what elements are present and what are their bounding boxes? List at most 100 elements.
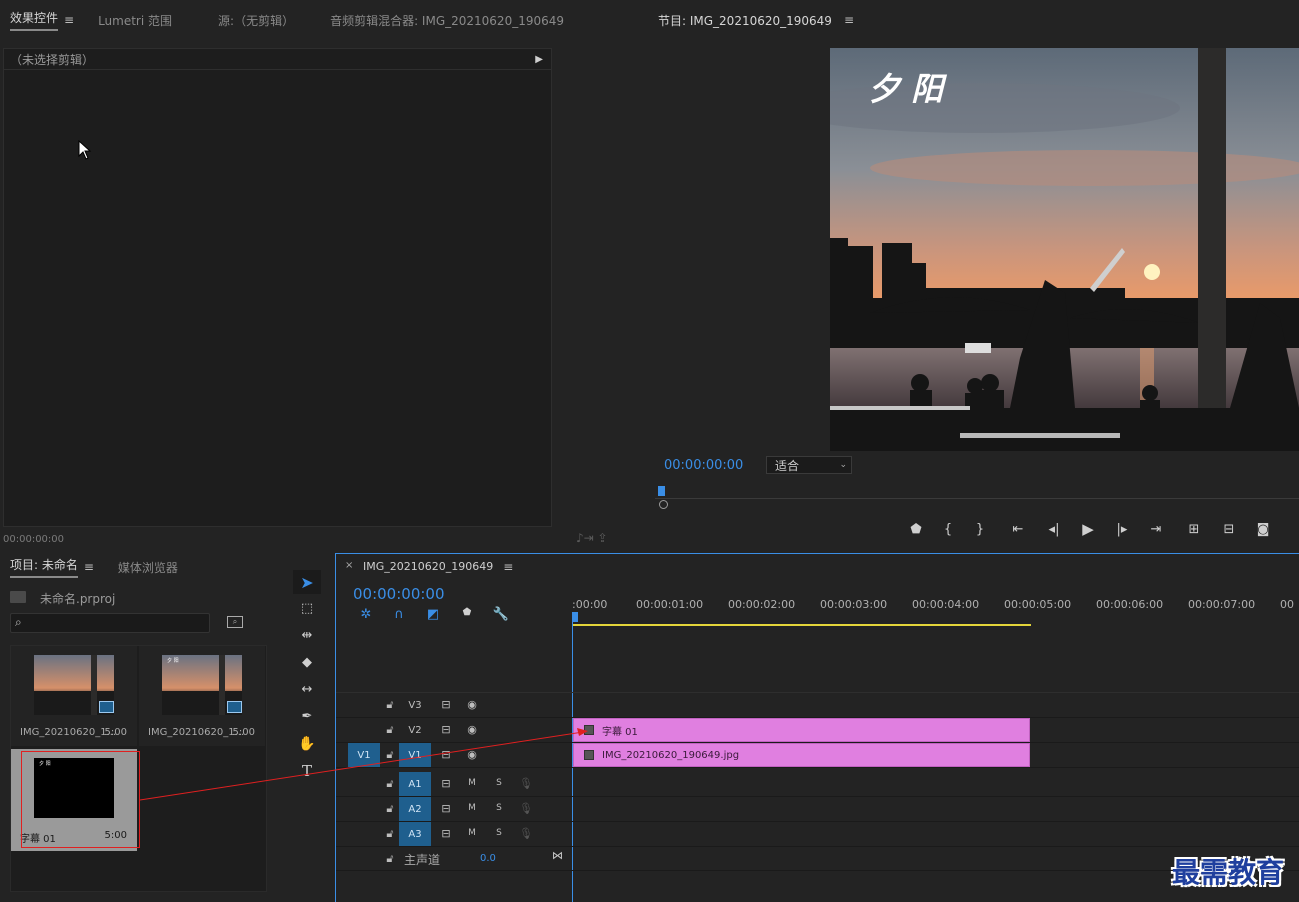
cursor-icon xyxy=(78,139,92,163)
sync-lock-icon[interactable]: ⊟ xyxy=(438,698,454,711)
microphone-icon[interactable]: 🎙︎ xyxy=(518,777,534,790)
go-to-in-icon[interactable]: ⇤ xyxy=(996,522,1040,537)
track-v3-toggle[interactable]: V3 xyxy=(399,693,431,717)
marker-icon[interactable]: ⬟ xyxy=(450,607,484,622)
lock-icon[interactable]: 🔓︎ xyxy=(382,723,398,737)
track-v2-toggle[interactable]: V2 xyxy=(399,718,431,742)
lift-icon[interactable]: ⊞ xyxy=(1176,522,1212,537)
tab-project[interactable]: 项目: 未命名 ≡ xyxy=(2,556,102,578)
fit-dropdown[interactable]: 适合 ⌄ xyxy=(766,456,852,474)
mute-button[interactable]: M xyxy=(464,828,480,838)
track-select-tool-icon[interactable]: ⬚ xyxy=(293,594,321,622)
tab-audio-clip-mixer[interactable]: 音频剪辑混合器: IMG_20210620_190649 xyxy=(322,12,572,29)
master-volume-value[interactable]: 0.0 xyxy=(480,853,496,864)
type-tool-icon[interactable]: T xyxy=(293,757,321,784)
source-patch-v1[interactable]: V1 xyxy=(348,743,380,767)
razor-tool-icon[interactable]: ◆ xyxy=(293,649,321,676)
lock-icon[interactable]: 🔓︎ xyxy=(382,827,398,841)
lock-icon[interactable]: 🔓︎ xyxy=(382,802,398,816)
pen-tool-icon[interactable]: ✒ xyxy=(293,703,321,730)
lock-icon[interactable]: 🔓︎ xyxy=(382,698,398,712)
track-a1-toggle[interactable]: A1 xyxy=(399,772,431,796)
solo-button[interactable]: S xyxy=(491,803,507,813)
menu-icon[interactable]: ≡ xyxy=(84,560,94,574)
lane-a2[interactable] xyxy=(572,797,1299,822)
search-input[interactable]: ⌕ xyxy=(10,613,210,633)
work-area-bar[interactable] xyxy=(572,624,1031,626)
sync-lock-icon[interactable]: ⊟ xyxy=(438,777,454,790)
program-timecode[interactable]: 00:00:00:00 xyxy=(664,458,743,473)
tab-effect-controls[interactable]: 效果控件 ≡ xyxy=(2,9,82,31)
play-icon[interactable]: ▶ xyxy=(1068,520,1108,538)
add-marker-icon[interactable]: ⬟ xyxy=(900,522,932,537)
lock-icon[interactable]: 🔓︎ xyxy=(382,777,398,791)
mark-out-icon[interactable]: } xyxy=(964,522,996,537)
snap-icon[interactable]: ∩ xyxy=(382,607,416,622)
track-a2 xyxy=(336,797,572,822)
tab-source[interactable]: 源:（无剪辑） xyxy=(210,12,302,29)
menu-icon[interactable]: ≡ xyxy=(503,560,513,574)
lock-icon[interactable]: 🔓︎ xyxy=(382,748,398,762)
program-scrubber[interactable] xyxy=(655,485,1299,513)
track-a3-toggle[interactable]: A3 xyxy=(399,822,431,846)
play-triangle-icon[interactable]: ▶ xyxy=(535,54,543,65)
solo-button[interactable]: S xyxy=(491,828,507,838)
settings-wrench-icon[interactable]: 🔧 xyxy=(484,607,518,622)
find-icon[interactable]: ⌕ xyxy=(227,616,243,628)
microphone-icon[interactable]: 🎙︎ xyxy=(518,802,534,815)
menu-icon[interactable]: ≡ xyxy=(844,13,854,27)
timeline-tools: ✲ ∩ ◩ ⬟ 🔧 xyxy=(350,607,518,622)
step-back-icon[interactable]: ◂| xyxy=(1040,522,1068,537)
item-duration: 5:00 xyxy=(232,727,255,738)
hand-tool-icon[interactable]: ✋ xyxy=(293,730,321,757)
track-a2-toggle[interactable]: A2 xyxy=(399,797,431,821)
tab-program[interactable]: 节目: IMG_20210620_190649 ≡ xyxy=(650,12,862,29)
menu-icon[interactable]: ≡ xyxy=(64,13,74,27)
program-transport: ⬟ { } ⇤ ◂| ▶ |▸ ⇥ ⊞ ⊟ ◙ xyxy=(900,520,1299,538)
eye-icon[interactable]: ◉ xyxy=(464,748,480,761)
linked-selection-icon[interactable]: ◩ xyxy=(416,607,450,622)
nest-icon[interactable]: ✲ xyxy=(350,607,382,622)
clip-image[interactable]: IMG_20210620_190649.jpg xyxy=(573,743,1030,767)
highlight-box xyxy=(21,751,140,848)
lane-a3[interactable] xyxy=(572,822,1299,847)
eye-icon[interactable]: ◉ xyxy=(464,723,480,736)
audio-icons[interactable]: ♪⇥ ⇪ xyxy=(576,531,608,545)
mute-button[interactable]: M xyxy=(464,778,480,788)
no-clip-header: （未选择剪辑） ▶ xyxy=(4,49,551,70)
sync-lock-icon[interactable]: ⊟ xyxy=(438,723,454,736)
mark-in-icon[interactable]: { xyxy=(932,522,964,537)
track-v1-toggle[interactable]: V1 xyxy=(399,743,431,767)
step-forward-icon[interactable]: |▸ xyxy=(1108,522,1136,537)
eye-icon[interactable]: ◉ xyxy=(464,698,480,711)
ripple-edit-tool-icon[interactable]: ⇹ xyxy=(293,622,321,649)
mute-button[interactable]: M xyxy=(464,803,480,813)
scrub-handle-icon[interactable] xyxy=(659,500,668,509)
slip-tool-icon[interactable]: ↔ xyxy=(293,676,321,703)
project-item-2[interactable]: 夕 阳 IMG_20210620_1... 5:00 xyxy=(139,646,265,746)
lock-icon[interactable]: 🔓︎ xyxy=(382,852,398,866)
item-name: IMG_20210620_1... xyxy=(148,727,245,738)
go-to-end-icon[interactable]: ⋈ xyxy=(552,849,563,862)
tab-media-browser[interactable]: 媒体浏览器 xyxy=(110,559,186,576)
sync-lock-icon[interactable]: ⊟ xyxy=(438,748,454,761)
sync-lock-icon[interactable]: ⊟ xyxy=(438,827,454,840)
export-frame-icon[interactable]: ◙ xyxy=(1246,522,1280,537)
solo-button[interactable]: S xyxy=(491,778,507,788)
project-tabbar: 项目: 未命名 ≡ 媒体浏览器 xyxy=(2,553,186,581)
lane-a1[interactable] xyxy=(572,772,1299,797)
timeline-timecode[interactable]: 00:00:00:00 xyxy=(353,585,445,603)
tab-lumetri-scopes[interactable]: Lumetri 范围 xyxy=(90,12,180,29)
microphone-icon[interactable]: 🎙︎ xyxy=(518,827,534,840)
timeline-close-icon[interactable]: × xyxy=(345,560,353,571)
fx-icon xyxy=(584,725,594,735)
lane-v3[interactable] xyxy=(572,693,1299,718)
extract-icon[interactable]: ⊟ xyxy=(1212,522,1246,537)
clip-title-01[interactable]: 字幕 01 xyxy=(573,718,1030,742)
go-to-out-icon[interactable]: ⇥ xyxy=(1136,522,1176,537)
selection-tool-icon[interactable]: ➤ xyxy=(293,570,321,594)
sync-lock-icon[interactable]: ⊟ xyxy=(438,802,454,815)
project-item-1[interactable]: IMG_20210620_1... 5:00 xyxy=(11,646,137,746)
track-v3 xyxy=(336,693,572,718)
playhead-icon[interactable] xyxy=(658,486,665,496)
